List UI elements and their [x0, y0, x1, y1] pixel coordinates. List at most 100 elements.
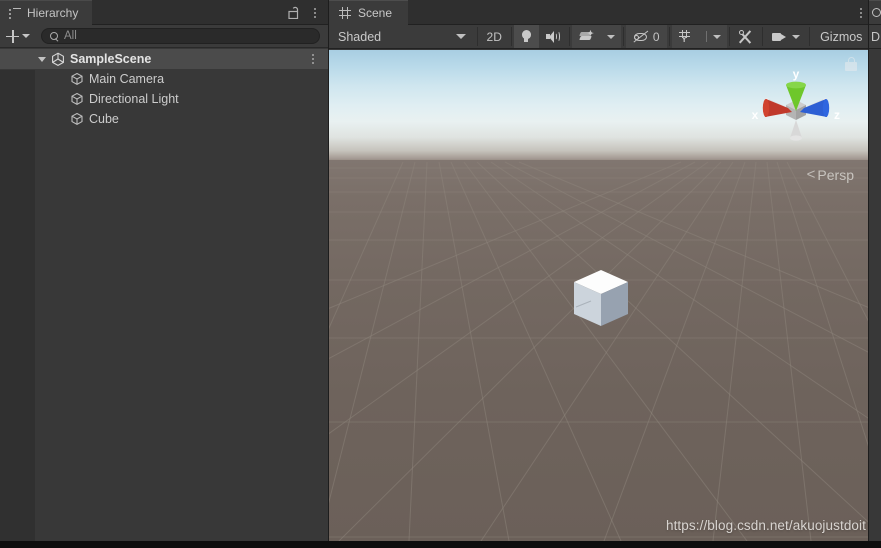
- cube-glyph: [71, 112, 83, 126]
- chevron-down-icon: [712, 34, 721, 39]
- tab-scene-label: Scene: [358, 6, 393, 20]
- lock-open-icon[interactable]: [285, 3, 303, 23]
- hierarchy-toolbar: All: [0, 25, 328, 48]
- toolbar-separator: [510, 27, 512, 46]
- unity-editor-window: Hierarchy All SampleScene Main Camera Di…: [0, 0, 881, 548]
- scene-tabstrip: Scene: [329, 0, 868, 25]
- lightbulb-icon: [521, 30, 532, 43]
- gizmo-axis-neg-y[interactable]: [790, 120, 802, 138]
- projection-mode-label: Persp: [817, 167, 854, 183]
- window-bottom-bar: [0, 541, 881, 548]
- gameobject-cube-icon: [70, 72, 84, 86]
- hierarchy-row-label: Directional Light: [89, 92, 179, 106]
- gizmo-label-y[interactable]: y: [793, 67, 800, 81]
- scene-audio-toggle[interactable]: [539, 25, 567, 48]
- toolbar-separator: [809, 27, 811, 46]
- toolbar-separator: [728, 27, 730, 46]
- toolbar-separator: [622, 27, 624, 46]
- gameobject-cube-icon: [70, 112, 84, 126]
- scene-toolbar: Shaded 2D ✦ 0 Y Gizmos: [329, 25, 868, 49]
- scene-tools-icon: [738, 29, 753, 44]
- draw-mode-dropdown[interactable]: Shaded: [329, 25, 475, 48]
- hierarchy-tabstrip: Hierarchy: [0, 0, 328, 25]
- axis-gizmo: y x z: [752, 67, 840, 141]
- watermark-text: https://blog.csdn.net/akuojustdoit: [665, 518, 866, 533]
- gizmo-axis-y-cap: [786, 81, 806, 89]
- inspector-toolbar: D: [869, 25, 881, 49]
- gizmo-lock-icon[interactable]: [844, 57, 858, 71]
- scene-grid-icon: [339, 7, 351, 19]
- kebab-menu-icon[interactable]: [306, 3, 324, 23]
- toggle-2d-button[interactable]: 2D: [480, 25, 509, 48]
- inspector-label-fragment: D: [871, 29, 881, 44]
- toolbar-separator: [668, 27, 670, 46]
- hierarchy-row-scene[interactable]: SampleScene: [0, 49, 328, 69]
- scene-hidden-objects-button[interactable]: 0: [625, 25, 667, 48]
- hierarchy-panel: Hierarchy All SampleScene Main Camera Di…: [0, 0, 328, 541]
- gizmos-label: Gizmos: [820, 29, 863, 44]
- grid-lines-crossing: [329, 161, 868, 541]
- gizmo-axis-x-cap: [762, 99, 770, 117]
- gameobject-cube-icon: [70, 92, 84, 106]
- hierarchy-tree: SampleScene Main Camera Directional Ligh…: [0, 49, 328, 541]
- kebab-dots: [314, 7, 316, 18]
- tab-hierarchy-label: Hierarchy: [27, 5, 79, 20]
- toolbar-separator: [762, 27, 764, 46]
- lock-open-glyph: [288, 6, 299, 19]
- grid-visibility-icon: Y: [678, 30, 693, 44]
- scene-lighting-toggle[interactable]: [513, 25, 539, 48]
- scene-view-gizmo[interactable]: y x z: [746, 56, 846, 156]
- toolbar-separator: [568, 27, 570, 46]
- cube-mesh[interactable]: [569, 266, 633, 330]
- hierarchy-search-input[interactable]: All: [41, 28, 320, 44]
- hierarchy-row-cube[interactable]: Cube: [0, 109, 328, 129]
- scene-camera-dropdown[interactable]: [765, 25, 807, 48]
- cube-glyph: [71, 72, 83, 86]
- chevron-down-icon[interactable]: [38, 56, 46, 62]
- scene-grid-toggle[interactable]: Y: [671, 25, 700, 48]
- gizmo-label-x[interactable]: x: [752, 108, 759, 122]
- tab-scene[interactable]: Scene: [329, 0, 409, 25]
- hierarchy-row-label: Main Camera: [89, 72, 165, 86]
- gizmo-label-z[interactable]: z: [834, 108, 840, 122]
- inspector-panel-clipped: D: [869, 0, 881, 541]
- cube-geometry: [574, 270, 628, 326]
- scene-kebab-icon[interactable]: [860, 0, 862, 25]
- scene-panel: Scene Shaded 2D ✦ 0 Y Gizmos < Persp y x…: [329, 0, 868, 541]
- speaker-icon: [545, 30, 560, 43]
- tab-inspector[interactable]: [869, 0, 881, 25]
- chevron-down-icon: [455, 34, 466, 39]
- chevron-down-icon: [792, 34, 801, 39]
- inline-separator: [705, 31, 707, 42]
- plus-icon: [6, 29, 19, 43]
- inspector-body: [869, 50, 881, 541]
- search-icon: [50, 31, 59, 41]
- effects-stack-icon: ✦: [579, 30, 594, 43]
- scene-grid-dropdown[interactable]: [699, 25, 727, 48]
- hierarchy-row-directional-light[interactable]: Directional Light: [0, 89, 328, 109]
- chevron-down-icon: [606, 34, 615, 39]
- scene-viewport[interactable]: < Persp y x z https://blog.csdn.net/akuo…: [329, 50, 868, 541]
- scene-row-kebab-icon[interactable]: [312, 49, 314, 69]
- add-gameobject-button[interactable]: [4, 27, 32, 45]
- hierarchy-gutter: [0, 70, 35, 541]
- unity-logo-glyph: [52, 52, 64, 67]
- grid-lines-horizontal: [329, 167, 868, 538]
- hierarchy-tab-actions: [285, 0, 324, 25]
- toolbar-separator: [476, 27, 478, 46]
- hierarchy-row-main-camera[interactable]: Main Camera: [0, 69, 328, 89]
- scene-fx-toggle[interactable]: ✦: [571, 25, 601, 48]
- scene-fx-dropdown[interactable]: [600, 25, 621, 48]
- gizmos-dropdown[interactable]: Gizmos: [812, 25, 868, 48]
- projection-mode-indicator[interactable]: < Persp: [807, 167, 854, 183]
- hidden-count-label: 0: [652, 29, 660, 44]
- kebab-dots: [312, 54, 314, 64]
- scene-camera-icon: [772, 32, 787, 42]
- tab-hierarchy[interactable]: Hierarchy: [0, 0, 93, 25]
- hierarchy-row-label: Cube: [89, 112, 119, 126]
- draw-mode-label: Shaded: [338, 29, 382, 44]
- gizmo-axis-neg-y-cap: [790, 135, 802, 141]
- scene-tools-button[interactable]: [731, 25, 760, 48]
- cube-glyph: [71, 92, 83, 106]
- eye-off-icon: [633, 30, 649, 43]
